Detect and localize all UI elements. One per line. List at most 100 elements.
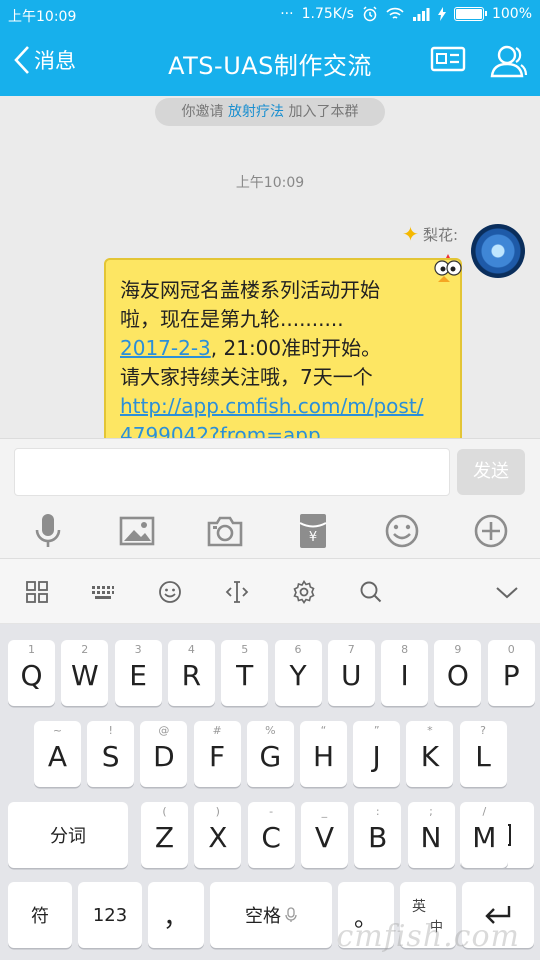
- key-r[interactable]: 4R: [167, 640, 215, 706]
- settings-icon[interactable]: [292, 579, 316, 604]
- key-k[interactable]: * K: [406, 721, 454, 787]
- key-letter: K: [420, 740, 440, 773]
- key-q[interactable]: 1Q: [8, 640, 55, 706]
- message-bubble[interactable]: 海友网冠名盖楼系列活动开始 啦，现在是第九轮.......... 2017-2-…: [104, 258, 462, 438]
- key-l[interactable]: ? L: [459, 721, 507, 787]
- message-line: 2017-2-3, 21:00准时开始。: [120, 334, 446, 363]
- cursor-icon[interactable]: [225, 580, 249, 604]
- grid-icon[interactable]: [25, 580, 49, 604]
- key-letter: B: [368, 821, 388, 854]
- key-letter: W: [70, 659, 99, 692]
- red-packet-icon[interactable]: ¥: [293, 511, 333, 551]
- key-g[interactable]: % G: [246, 721, 294, 787]
- date-link[interactable]: 2017-2-3: [120, 336, 211, 360]
- bubble-decoration-icon: [430, 254, 466, 294]
- battery-fill: [455, 9, 482, 19]
- key-a[interactable]: ~ A: [34, 721, 81, 787]
- key-d[interactable]: @ D: [140, 721, 188, 787]
- message-line: 啦，现在是第九轮..........: [120, 307, 344, 331]
- key-letter: I: [400, 659, 409, 692]
- group-card-button[interactable]: [430, 43, 466, 79]
- message-timestamp: 上午10:09: [235, 175, 305, 191]
- emoji-icon[interactable]: [382, 511, 422, 551]
- key-letter: Q: [20, 659, 43, 692]
- key-p[interactable]: 0P: [487, 640, 535, 706]
- key-n[interactable]: ; N: [407, 802, 455, 868]
- emoji-icon[interactable]: [158, 580, 182, 604]
- key-letter: O: [446, 659, 469, 692]
- key-letter: N: [420, 821, 442, 854]
- url-link[interactable]: http://app.cmfish.com/m/post/: [120, 392, 446, 421]
- image-icon[interactable]: [117, 511, 157, 551]
- key-letter: P: [502, 659, 520, 692]
- key-j[interactable]: ” J: [353, 721, 401, 787]
- sparkle-badge-icon: ✦: [402, 222, 419, 246]
- key-letter: A: [47, 740, 68, 773]
- network-speed: 1.75K/s: [301, 6, 354, 22]
- ime-toolbar: [0, 558, 540, 624]
- status-time: 上午10:09: [8, 9, 77, 25]
- key-b[interactable]: :B: [354, 802, 402, 868]
- key-i[interactable]: 8I: [381, 640, 429, 706]
- keyboard-icon[interactable]: [91, 580, 115, 604]
- key-hint: 9: [454, 643, 462, 656]
- key-o[interactable]: 9O: [434, 640, 482, 706]
- charging-icon: [437, 7, 446, 21]
- signal-icon: [412, 8, 430, 21]
- key-x[interactable]: ) X: [194, 802, 242, 868]
- url-link[interactable]: 4799042?from=app: [120, 421, 446, 438]
- key-s[interactable]: ! S: [87, 721, 135, 787]
- key-hint: %: [265, 724, 276, 737]
- key-hint: “: [320, 724, 327, 737]
- segment-key-label: 分词: [50, 826, 86, 847]
- notice-suffix: 加入了本群: [288, 104, 359, 120]
- sender-name: 梨花:: [422, 225, 458, 244]
- chevron-down-icon[interactable]: [495, 580, 519, 604]
- key-w[interactable]: 2W: [61, 640, 109, 706]
- notice-prefix: 你邀请: [181, 104, 224, 120]
- key-e[interactable]: 3E: [114, 640, 162, 706]
- numbers-key-label: 123: [92, 904, 128, 926]
- key-hint: /: [482, 805, 487, 818]
- key-hint: !: [108, 724, 113, 737]
- key-hint: ;: [429, 805, 433, 818]
- plus-icon[interactable]: [471, 511, 511, 551]
- key-letter: V: [314, 821, 334, 854]
- key-hint: :: [375, 805, 380, 818]
- numbers-key[interactable]: 123: [78, 882, 142, 948]
- lang-top-label: 英: [412, 899, 426, 915]
- key-y[interactable]: 6Y: [274, 640, 322, 706]
- key-hint: 3: [134, 643, 142, 656]
- message-input[interactable]: [14, 448, 450, 496]
- search-icon[interactable]: [359, 580, 383, 604]
- notice-name[interactable]: 放射疗法: [228, 104, 284, 120]
- chat-area[interactable]: 你邀请 放射疗法 加入了本群 上午10:09 ✦ 梨花: 海友网冠名盖楼系列活动…: [0, 96, 540, 438]
- status-bar: 上午10:09 ··· 1.75K/s 100%: [0, 0, 540, 30]
- avatar[interactable]: [471, 224, 525, 278]
- group-members-button[interactable]: [488, 43, 530, 83]
- send-button[interactable]: 发送: [457, 449, 525, 495]
- key-h[interactable]: “H: [300, 721, 347, 787]
- space-key[interactable]: 空格: [210, 882, 332, 948]
- mic-icon[interactable]: [28, 511, 68, 551]
- key-u[interactable]: 7U: [327, 640, 375, 706]
- key-v[interactable]: _ V: [300, 802, 348, 868]
- key-z[interactable]: (Z: [141, 802, 188, 868]
- join-notice: 你邀请 放射疗法 加入了本群: [155, 98, 385, 126]
- key-hint: ~: [52, 724, 63, 737]
- key-letter: Y: [289, 659, 307, 692]
- comma-key[interactable]: ，: [148, 882, 204, 948]
- key-letter: D: [153, 740, 175, 773]
- key-hint: ”: [373, 724, 380, 737]
- symbol-key[interactable]: 符: [8, 882, 72, 948]
- segment-key[interactable]: 分词: [8, 802, 128, 868]
- key-f[interactable]: # F: [193, 721, 241, 787]
- key-letter: C: [261, 821, 281, 854]
- key-letter: H: [312, 740, 335, 773]
- camera-icon[interactable]: [205, 511, 245, 551]
- key-c[interactable]: -C: [247, 802, 295, 868]
- key-letter: S: [101, 740, 120, 773]
- key-t[interactable]: 5T: [221, 640, 269, 706]
- key-hint: 7: [347, 643, 355, 656]
- key-m[interactable]: / M: [460, 802, 508, 868]
